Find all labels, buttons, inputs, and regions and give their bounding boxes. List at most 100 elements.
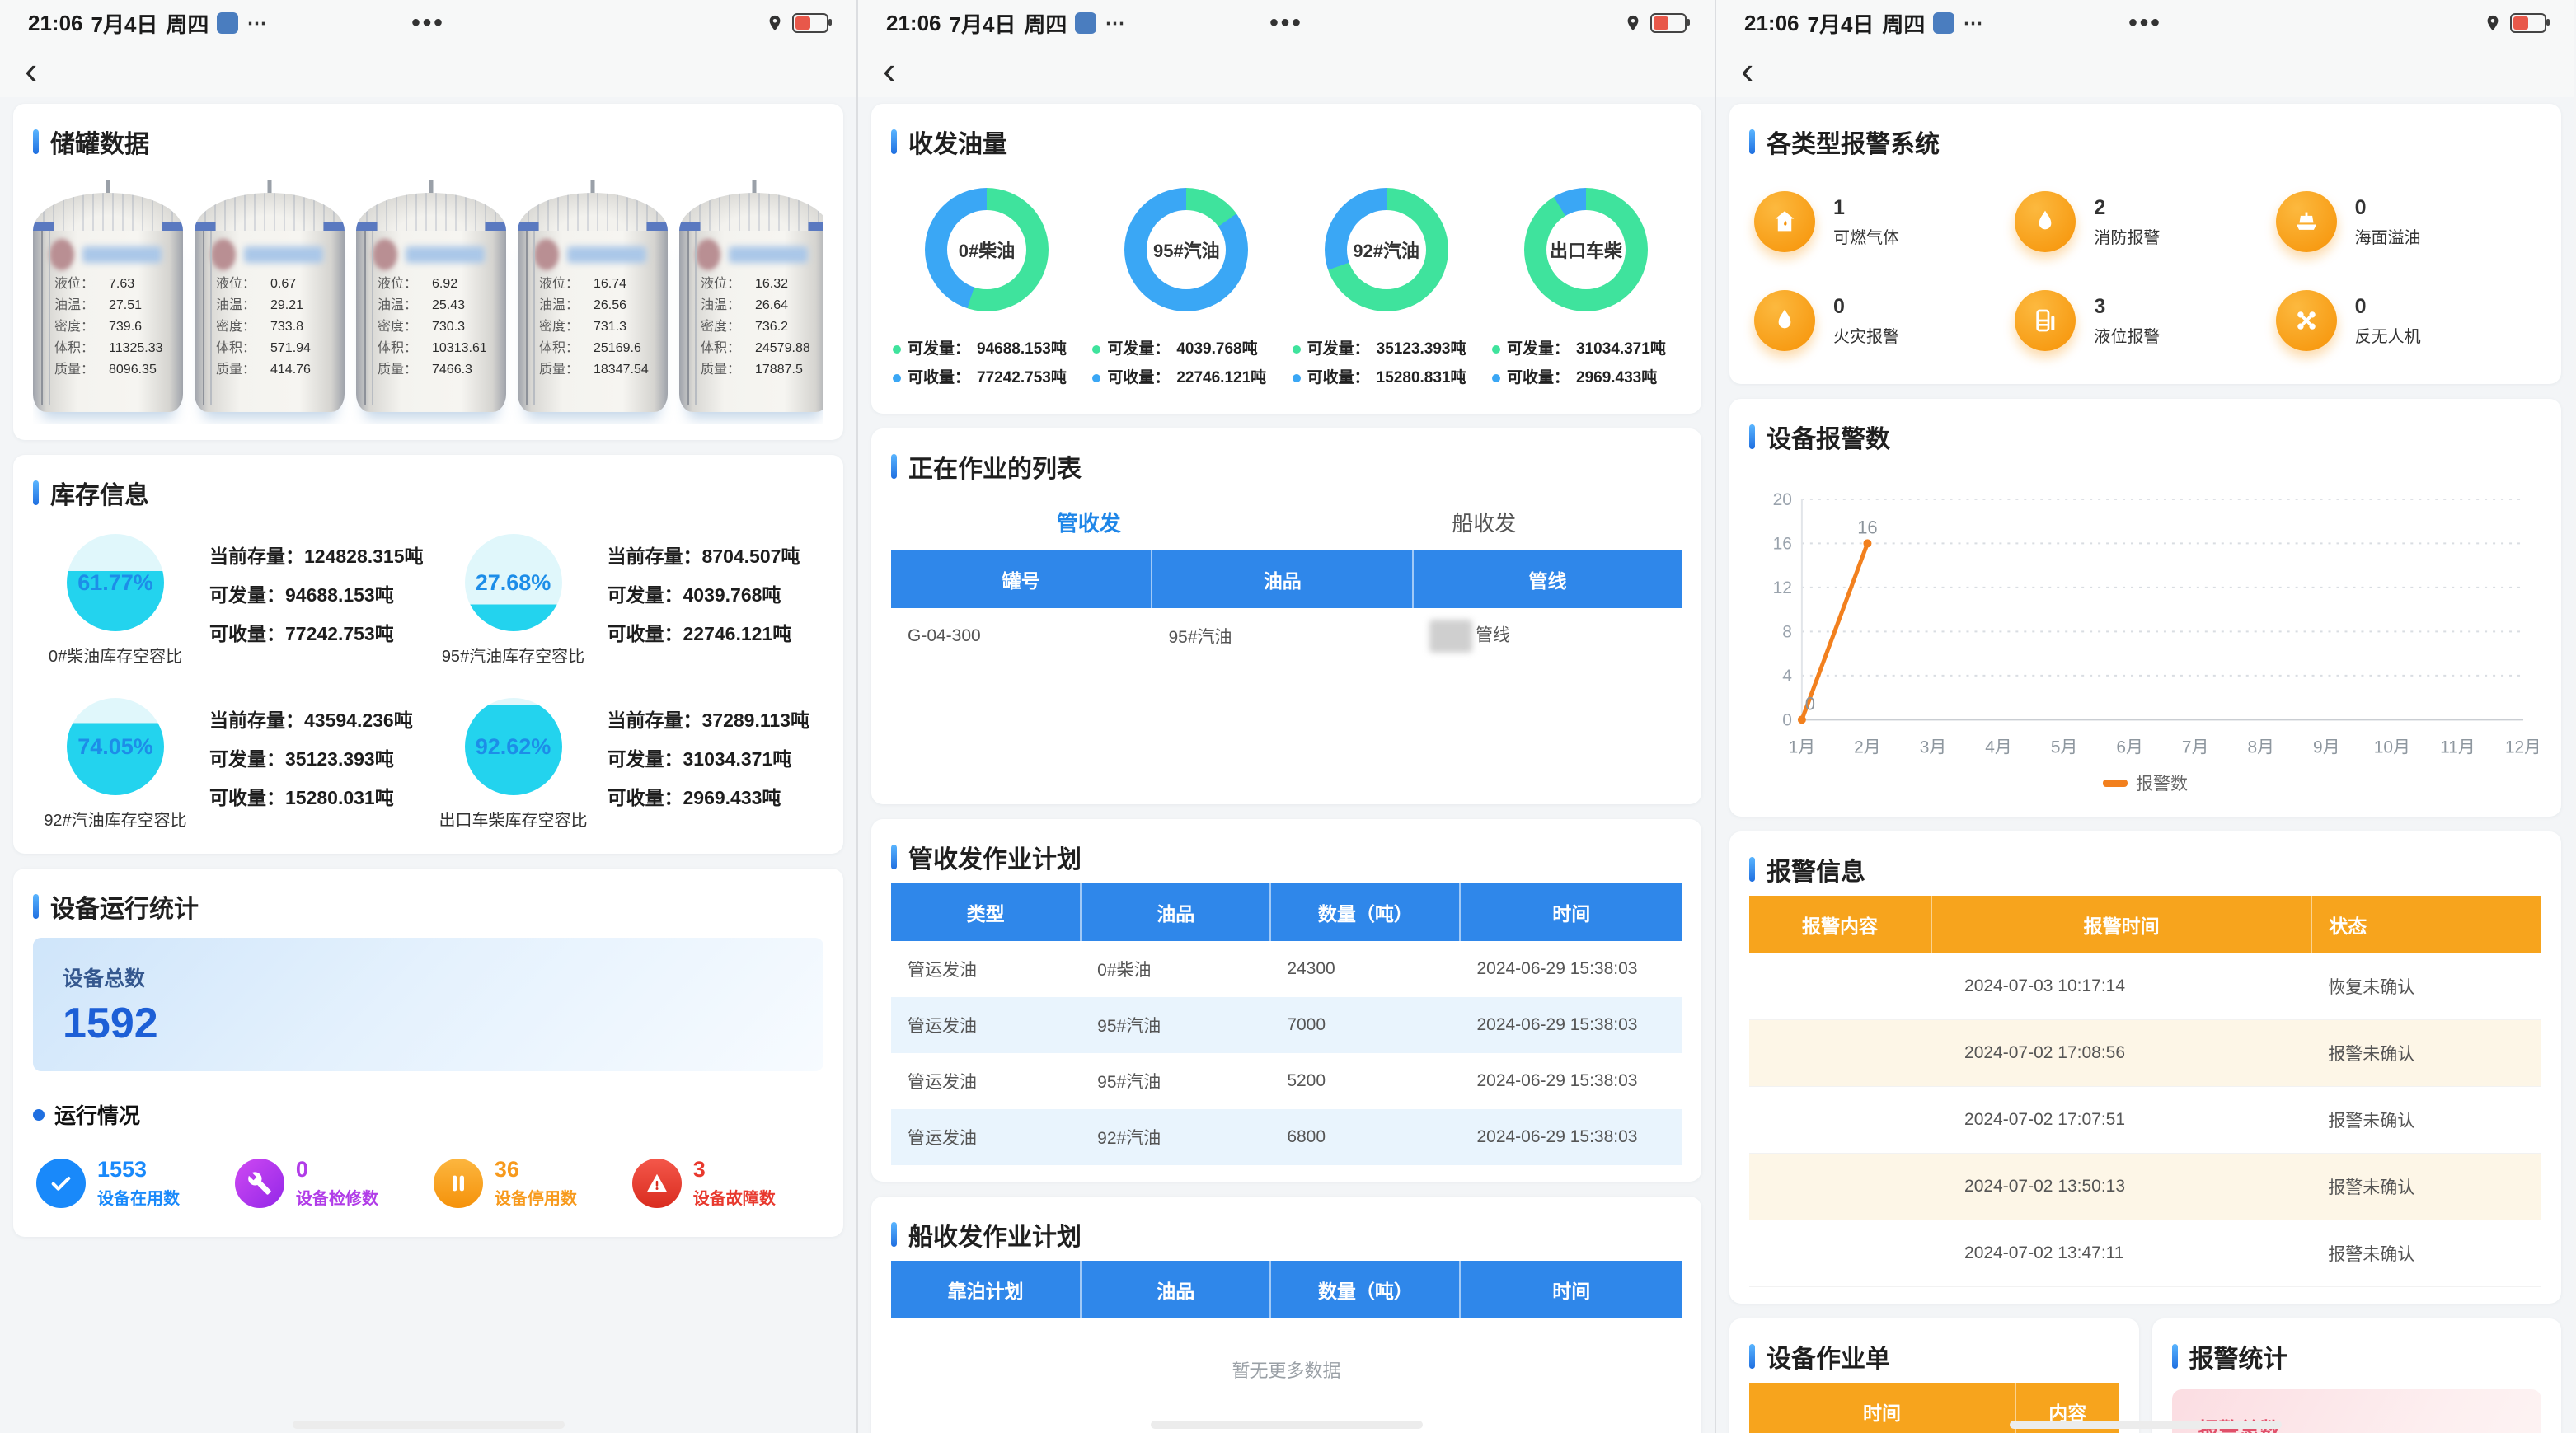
alarm-type-oil-spill: 0海面溢油 — [2276, 191, 2536, 252]
col-header-type: 类型 — [891, 883, 1081, 941]
work-order-card: 设备作业单 时间 内容 2024-06-28 17:55:161 — [1729, 1318, 2139, 1433]
section-title-alarm-info: 报警信息 — [1749, 851, 2541, 887]
drone-icon — [2276, 290, 2337, 351]
status-time: 21:06 — [1744, 11, 1799, 36]
tank-field-label: 体积： — [378, 338, 432, 359]
tank-card[interactable]: 液位：0.67 油温：29.21 密度：733.8 体积：571.94 质量：4… — [195, 193, 345, 412]
title-bar-accent — [1749, 1344, 1755, 1369]
inventory-line: 可收量：22746.121吨 — [608, 615, 824, 653]
col-header-tank-no: 罐号 — [891, 550, 1152, 608]
gauge-label: 95#汽油库存空容比 — [442, 643, 584, 667]
flame-icon — [2015, 191, 2076, 252]
alarm-row[interactable]: 2024-07-02 17:08:56报警未确认 — [1749, 1020, 2541, 1087]
col-header-berth-plan: 靠泊计划 — [891, 1261, 1081, 1318]
plan-row[interactable]: 管运发油95#汽油52002024-06-29 15:38:03 — [891, 1053, 1682, 1109]
back-button[interactable]: ‹ — [1741, 51, 1753, 89]
tab-ship[interactable]: 船收发 — [1287, 507, 1682, 537]
equipment-stats-card: 设备运行统计 设备总数 1592 运行情况 1553设备在用数 0设备检修数 — [13, 869, 843, 1237]
svg-text:16: 16 — [1857, 517, 1877, 537]
legend-line: 可收量：2969.433吨 — [1492, 363, 1666, 392]
donut-item: 95#汽油 可发量：4039.768吨 可收量：22746.121吨 — [1091, 188, 1282, 392]
section-title-working: 正在作业的列表 — [891, 448, 1682, 485]
water-gauge: 61.77% — [67, 534, 164, 631]
status-right — [445, 13, 828, 33]
col-header-oil: 油品 — [1152, 550, 1412, 608]
ellipsis-icon: ⋯ — [246, 12, 266, 35]
tab-pipe[interactable]: 管收发 — [891, 507, 1287, 537]
redacted-oval — [696, 239, 720, 270]
legend-swatch-icon — [2103, 780, 2128, 787]
tank-field-label: 液位： — [378, 274, 432, 295]
svg-text:7月: 7月 — [2182, 738, 2209, 756]
svg-text:11月: 11月 — [2440, 738, 2475, 756]
pause-icon — [434, 1159, 483, 1208]
tank-card[interactable]: 液位：16.32 油温：26.64 密度：736.2 体积：24579.88 质… — [679, 193, 823, 412]
section-title-alarm-stats: 报警统计 — [2172, 1338, 2542, 1374]
svg-text:12: 12 — [1773, 578, 1792, 597]
pipe-plan-table: 类型 油品 数量（吨） 时间 管运发油0#柴油243002024-06-29 1… — [891, 883, 1682, 1165]
tank-name-redacted — [211, 237, 335, 272]
cell-oil: 95#汽油 — [1152, 608, 1412, 664]
tank-body: 液位：7.63 油温：27.51 密度：739.6 体积：11325.33 质量… — [33, 231, 183, 412]
green-dot-icon — [893, 345, 901, 354]
back-button[interactable]: ‹ — [25, 51, 37, 89]
location-icon — [766, 13, 784, 33]
tank-field-value: 730.3 — [432, 316, 496, 338]
tank-card[interactable]: 液位：6.92 油温：25.43 密度：730.3 体积：10313.61 质量… — [356, 193, 506, 412]
tank-field-value: 10313.61 — [432, 338, 496, 359]
plan-row[interactable]: 管运发油92#汽油68002024-06-29 15:38:03 — [891, 1109, 1682, 1165]
cell-line: 管线 — [1413, 608, 1682, 664]
stat-maintenance: 0设备检修数 — [235, 1158, 423, 1209]
title-bar-accent — [1749, 129, 1755, 154]
status-right — [1303, 13, 1687, 33]
svg-text:8月: 8月 — [2247, 738, 2274, 756]
tank-card[interactable]: 液位：7.63 油温：27.51 密度：739.6 体积：11325.33 质量… — [33, 193, 183, 412]
inventory-line: 可收量：77242.753吨 — [209, 615, 426, 653]
alarm-info-table: 报警内容 报警时间 状态 2024-07-03 10:17:14恢复未确认 20… — [1749, 896, 2541, 1287]
tank-card[interactable]: 液位：16.74 油温：26.56 密度：731.3 体积：25169.6 质量… — [518, 193, 668, 412]
tank-field-label: 密度： — [539, 316, 594, 338]
tank-field-label: 体积： — [216, 338, 270, 359]
alarm-row[interactable]: 2024-07-02 13:50:13报警未确认 — [1749, 1154, 2541, 1220]
screen3-content: 各类型报警系统 1可燃气体 2消防报警 0海面溢油 — [1716, 97, 2574, 1433]
alarm-types-card: 各类型报警系统 1可燃气体 2消防报警 0海面溢油 — [1729, 104, 2561, 384]
alarm-row[interactable]: 2024-07-02 13:47:11报警未确认 — [1749, 1220, 2541, 1287]
legend-line: 可发量：35123.393吨 — [1293, 335, 1466, 363]
blue-dot-icon — [1492, 374, 1500, 382]
redacted-name — [244, 246, 323, 263]
tank-scroller[interactable]: 液位：7.63 油温：27.51 密度：739.6 体积：11325.33 质量… — [33, 168, 823, 424]
tank-field-value: 739.6 — [109, 316, 173, 338]
tank-name-redacted — [49, 237, 173, 272]
alarm-type-drone: 0反无人机 — [2276, 290, 2536, 351]
plan-row[interactable]: 管运发油95#汽油70002024-06-29 15:38:03 — [891, 997, 1682, 1053]
tank-field-label: 油温： — [54, 295, 109, 316]
location-icon — [1624, 13, 1642, 33]
alarm-row[interactable]: 2024-07-02 17:07:51报警未确认 — [1749, 1087, 2541, 1154]
col-header-time: 时间 — [1460, 883, 1682, 941]
title-bar-accent — [33, 480, 39, 505]
tank-field-label: 质量： — [54, 359, 109, 381]
app-badge-icon — [1075, 12, 1096, 34]
inventory-line: 当前存量：43594.236吨 — [209, 701, 426, 740]
tank-field-label: 密度： — [701, 316, 755, 338]
back-button[interactable]: ‹ — [883, 51, 895, 89]
redacted-oval — [534, 239, 559, 270]
svg-text:4: 4 — [1782, 667, 1792, 686]
check-icon — [36, 1159, 86, 1208]
svg-text:0: 0 — [1805, 693, 1815, 714]
tank-field-label: 密度： — [216, 316, 270, 338]
col-header-line: 管线 — [1413, 550, 1682, 608]
ellipsis-icon: ⋯ — [1963, 12, 1982, 35]
stat-fault: 3设备故障数 — [632, 1158, 820, 1209]
alarm-row[interactable]: 2024-07-03 10:17:14恢复未确认 — [1749, 953, 2541, 1020]
plan-row[interactable]: 管运发油0#柴油243002024-06-29 15:38:03 — [891, 941, 1682, 997]
status-weekday: 周四 — [1882, 8, 1925, 39]
alarm-type-fire: 0火灾报警 — [1754, 290, 2015, 351]
status-weekday: 周四 — [1024, 8, 1067, 39]
working-row[interactable]: G-04-300 95#汽油 管线 — [891, 608, 1682, 664]
stat-stopped: 36设备停用数 — [434, 1158, 622, 1209]
alarm-type-grid: 1可燃气体 2消防报警 0海面溢油 0火灾报警 — [1749, 168, 2541, 368]
col-header-qty: 数量（吨） — [1270, 883, 1460, 941]
redacted-oval — [211, 239, 236, 270]
tank-field-value: 11325.33 — [109, 338, 173, 359]
